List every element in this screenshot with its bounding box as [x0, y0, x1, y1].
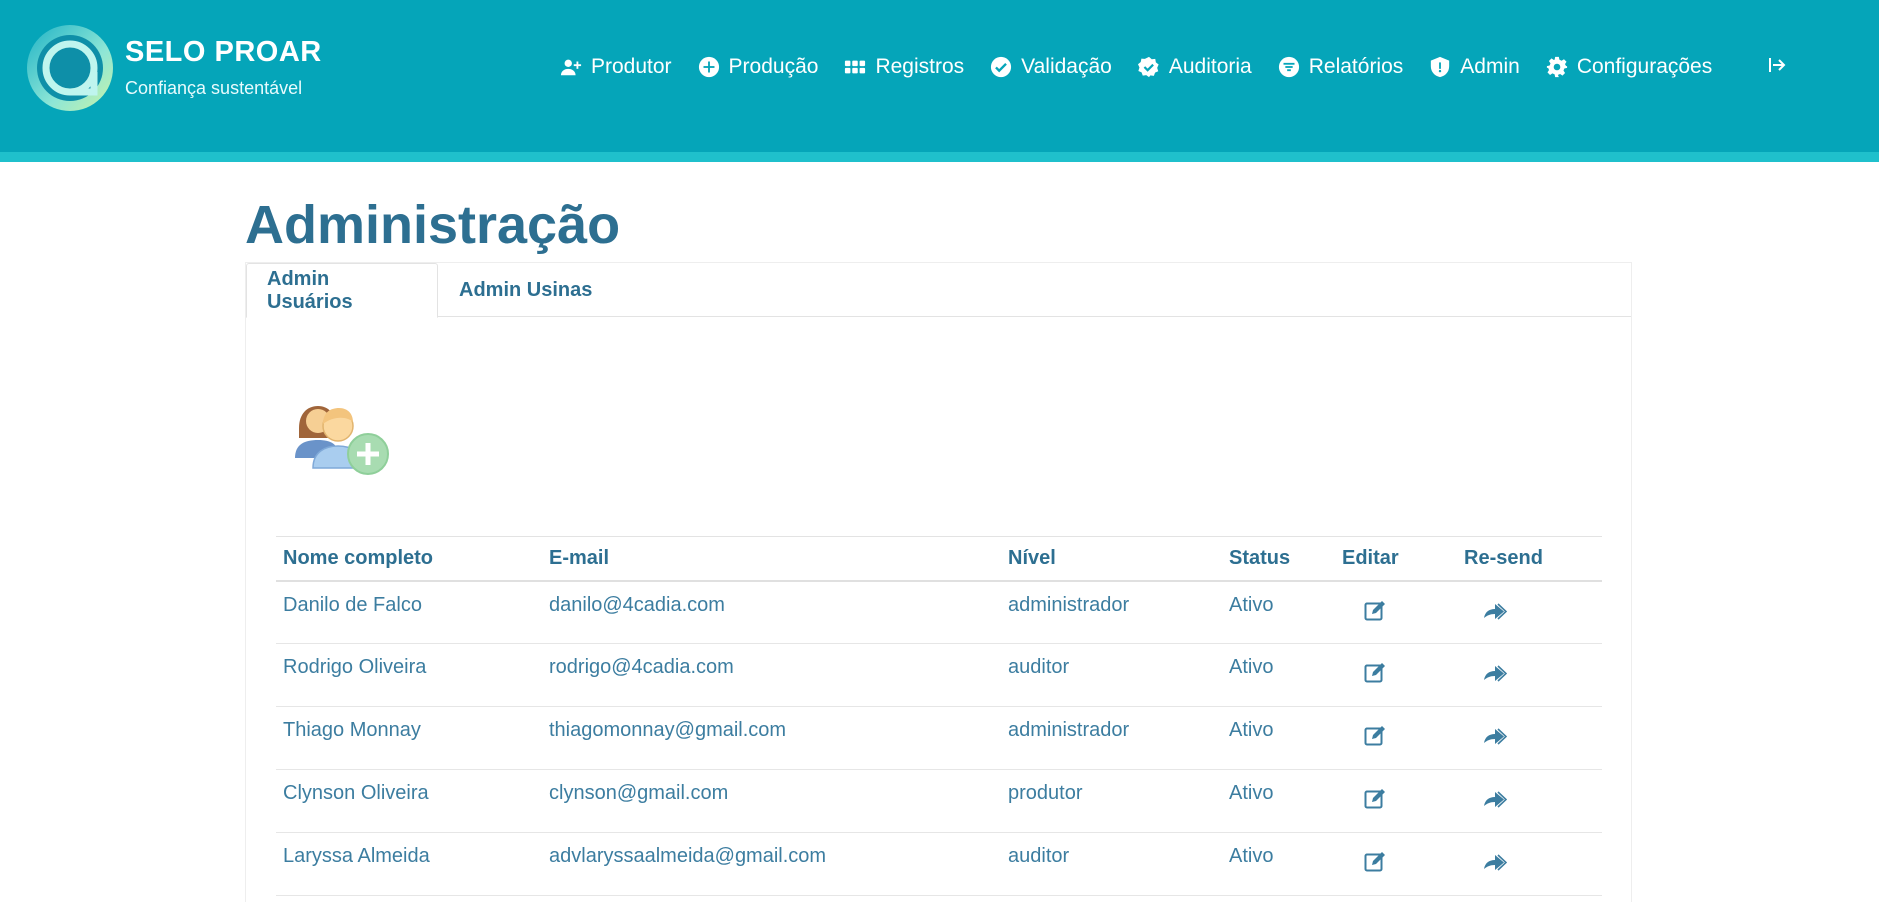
nav-item-registros[interactable]: Registros — [844, 55, 964, 79]
cell-level: administrador — [1001, 580, 1222, 644]
column-header-level[interactable]: Nível — [1001, 536, 1222, 582]
resend-icon[interactable] — [1483, 599, 1507, 623]
nav-item-auditoria[interactable]: Auditoria — [1137, 55, 1252, 79]
user-plus-icon — [560, 59, 582, 76]
table-row: Danilo de Falco danilo@4cadia.com admini… — [276, 580, 1602, 644]
nav-label: Registros — [875, 55, 965, 78]
brand-title: SELO PROAR — [125, 36, 322, 68]
cell-edit — [1335, 832, 1457, 896]
edit-icon[interactable] — [1363, 787, 1387, 811]
edit-icon[interactable] — [1363, 724, 1387, 748]
cell-status: Ativo — [1222, 769, 1335, 833]
edit-icon[interactable] — [1363, 661, 1387, 685]
check-circle-icon — [991, 56, 1012, 78]
cell-name: Clynson Oliveira — [276, 769, 542, 833]
cell-level: auditor — [1001, 832, 1222, 896]
badge-check-icon — [1137, 56, 1159, 78]
gear-icon — [1546, 56, 1567, 78]
nav-item-admin[interactable]: Admin — [1429, 55, 1520, 79]
cell-resend — [1457, 769, 1602, 833]
shield-icon — [1431, 56, 1450, 78]
column-header-edit: Editar — [1335, 536, 1457, 582]
admin-panel: Admin Usuários Admin Usinas Nome complet… — [245, 262, 1632, 902]
table-header-row: Nome completo E-mail Nível Status Editar… — [276, 536, 1602, 582]
cell-email: danilo@4cadia.com — [542, 580, 1001, 644]
cell-resend — [1457, 643, 1602, 707]
resend-icon[interactable] — [1483, 850, 1507, 874]
cell-status: Ativo — [1222, 706, 1335, 770]
cell-status: Ativo — [1222, 580, 1335, 644]
nav-label: Produtor — [591, 55, 672, 78]
cell-level: auditor — [1001, 643, 1222, 707]
cell-resend — [1457, 832, 1602, 896]
column-header-email[interactable]: E-mail — [542, 536, 1001, 582]
edit-icon[interactable] — [1363, 850, 1387, 874]
resend-icon[interactable] — [1483, 661, 1507, 685]
cell-edit — [1335, 580, 1457, 644]
nav-item-relatorios[interactable]: Relatórios — [1278, 55, 1404, 79]
nav-label: Configurações — [1576, 55, 1713, 78]
tab-admin-usuarios[interactable]: Admin Usuários — [246, 263, 438, 318]
nav-label: Produção — [728, 55, 819, 78]
table-row: Thiago Monnay thiagomonnay@gmail.com adm… — [276, 706, 1602, 770]
column-header-resend: Re-send — [1457, 536, 1602, 582]
cell-email: thiagomonnay@gmail.com — [542, 706, 1001, 770]
header-accent-stripe — [0, 152, 1879, 162]
cell-name: Thiago Monnay — [276, 706, 542, 770]
edit-icon[interactable] — [1363, 599, 1387, 623]
nav-item-configuracoes[interactable]: Configurações — [1546, 55, 1712, 79]
nav-item-validacao[interactable]: Validação — [990, 55, 1112, 79]
main-nav: Produtor Produção Registros Validação Au… — [560, 50, 1738, 84]
nav-item-producao[interactable]: Produção — [698, 55, 819, 79]
resend-icon[interactable] — [1483, 787, 1507, 811]
resend-icon[interactable] — [1483, 724, 1507, 748]
cell-email: clynson@gmail.com — [542, 769, 1001, 833]
nav-label: Auditoria — [1168, 55, 1252, 78]
tab-admin-usinas[interactable]: Admin Usinas — [439, 263, 612, 318]
cell-email: advlaryssaalmeida@gmail.com — [542, 832, 1001, 896]
cell-edit — [1335, 769, 1457, 833]
column-header-name[interactable]: Nome completo — [276, 536, 542, 582]
nav-label: Relatórios — [1308, 55, 1404, 78]
column-header-status[interactable]: Status — [1222, 536, 1335, 582]
nav-item-produtor[interactable]: Produtor — [560, 55, 672, 79]
table-row: Clynson Oliveira clynson@gmail.com produ… — [276, 769, 1602, 833]
table-row: Laryssa Almeida advlaryssaalmeida@gmail.… — [276, 832, 1602, 896]
cell-resend — [1457, 580, 1602, 644]
grid-icon — [845, 60, 866, 74]
cell-status: Ativo — [1222, 643, 1335, 707]
table-row: Rodrigo Oliveira rodrigo@4cadia.com audi… — [276, 643, 1602, 707]
cell-level: produtor — [1001, 769, 1222, 833]
cell-status: Ativo — [1222, 832, 1335, 896]
logout-icon[interactable] — [1768, 56, 1786, 74]
plus-circle-icon — [698, 56, 719, 78]
page-title: Administração — [245, 195, 621, 255]
cell-name: Laryssa Almeida — [276, 832, 542, 896]
logo-icon[interactable] — [24, 22, 116, 114]
cell-email: rodrigo@4cadia.com — [542, 643, 1001, 707]
add-user-icon[interactable] — [293, 386, 393, 476]
top-navbar: SELO PROAR Confiança sustentável Produto… — [0, 0, 1879, 152]
filter-circle-icon — [1278, 56, 1299, 78]
nav-label: Admin — [1460, 55, 1520, 78]
cell-resend — [1457, 706, 1602, 770]
users-table: Nome completo E-mail Nível Status Editar… — [276, 536, 1602, 896]
cell-edit — [1335, 643, 1457, 707]
cell-name: Rodrigo Oliveira — [276, 643, 542, 707]
tab-bar: Admin Usuários Admin Usinas — [246, 263, 1631, 318]
cell-name: Danilo de Falco — [276, 580, 542, 644]
cell-level: administrador — [1001, 706, 1222, 770]
brand-subtitle: Confiança sustentável — [125, 78, 303, 98]
cell-edit — [1335, 706, 1457, 770]
nav-label: Validação — [1021, 55, 1112, 78]
